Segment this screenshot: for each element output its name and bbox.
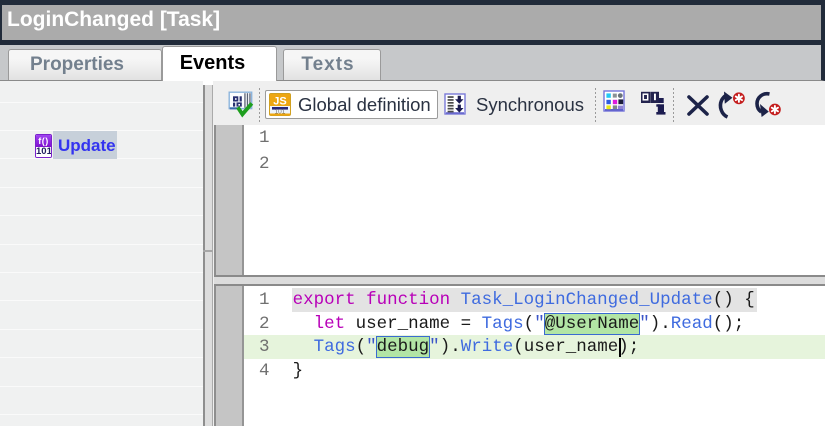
svg-text:JS: JS xyxy=(273,96,286,108)
